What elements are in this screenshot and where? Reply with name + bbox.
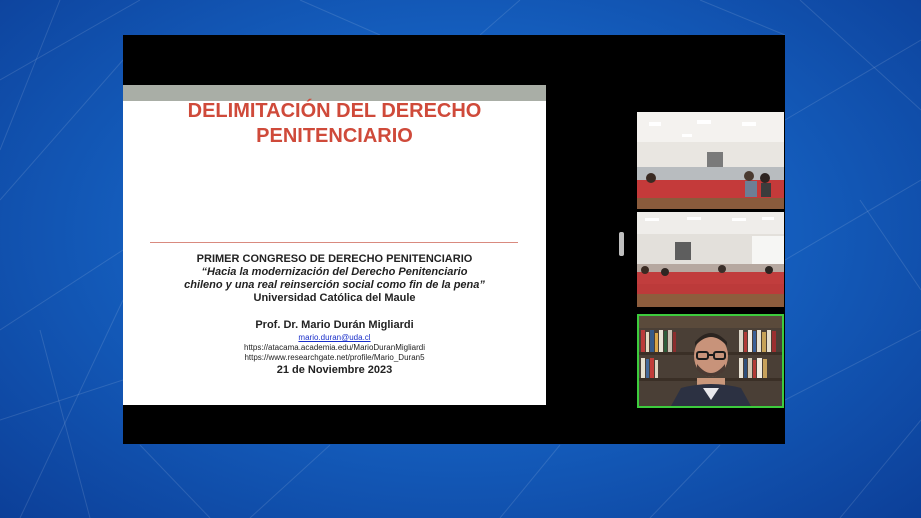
congress-subtitle: “Hacia la modernización del Derecho Peni… <box>123 266 546 292</box>
university-name: Universidad Católica del Maule <box>253 292 416 304</box>
congress-name: PRIMER CONGRESO DE DERECHO PENITENCIARIO <box>196 253 473 265</box>
participant-tile-auditorium-2[interactable] <box>637 212 784 307</box>
slide-title-line-2: PENITENCIARIO <box>256 125 413 147</box>
participant-tile-speaker[interactable] <box>637 314 784 408</box>
shared-presentation-slide: DELIMITACIÓN DEL DERECHO PENITENCIARIO P… <box>123 85 546 405</box>
presentation-date: 21 de Noviembre 2023 <box>276 364 393 376</box>
participant-tile-auditorium-1[interactable] <box>637 112 784 209</box>
congress-subtitle-line-1: “Hacia la modernización del Derecho Peni… <box>201 266 468 278</box>
auditorium-video-feed-wide <box>637 212 784 307</box>
academia-link[interactable]: https://atacama.academia.edu/MarioDuranM… <box>123 343 546 353</box>
professor-name: Prof. Dr. Mario Durán Migliardi <box>255 319 414 331</box>
slide-title-line-1: DELIMITACIÓN DEL DERECHO <box>187 100 482 122</box>
slide-title: DELIMITACIÓN DEL DERECHO PENITENCIARIO <box>123 99 546 149</box>
slide-divider <box>150 242 518 243</box>
video-call-window: DELIMITACIÓN DEL DERECHO PENITENCIARIO P… <box>123 35 785 444</box>
panel-resize-handle[interactable] <box>619 232 624 256</box>
professor-email-link[interactable]: mario.duran@uda.cl <box>123 333 546 343</box>
congress-subtitle-line-2: chileno y una real reinserción social co… <box>184 279 485 291</box>
speaker-video-feed <box>639 316 782 406</box>
researchgate-link[interactable]: https://www.researchgate.net/profile/Mar… <box>123 353 546 363</box>
auditorium-video-feed <box>637 112 784 209</box>
